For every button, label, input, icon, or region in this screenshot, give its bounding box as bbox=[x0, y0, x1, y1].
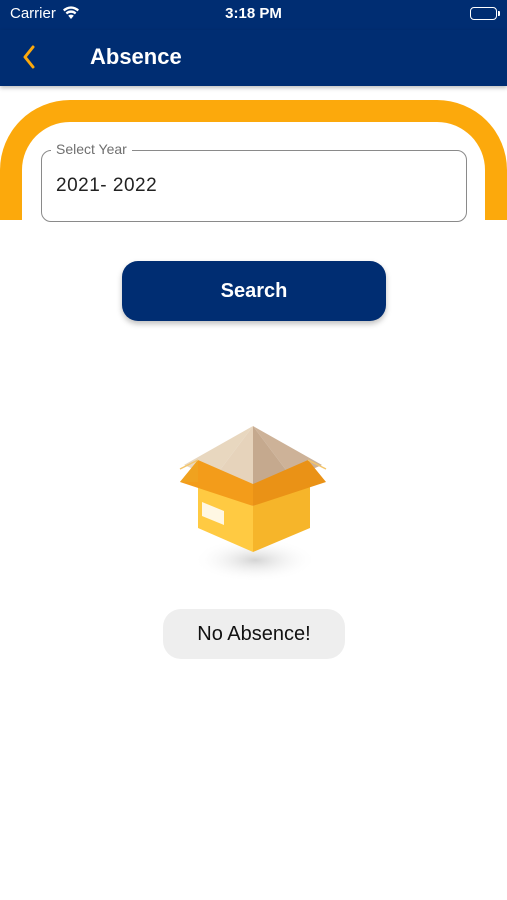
clock: 3:18 PM bbox=[225, 5, 282, 22]
search-button[interactable]: Search bbox=[122, 261, 386, 321]
nav-bar: Absence bbox=[0, 30, 507, 86]
page-title: Absence bbox=[90, 44, 182, 69]
year-select-label: Select Year bbox=[51, 141, 132, 157]
empty-box-icon bbox=[168, 420, 338, 590]
back-button[interactable] bbox=[14, 42, 44, 72]
battery-icon bbox=[470, 7, 500, 20]
chevron-left-icon bbox=[23, 45, 35, 69]
year-select-value: 2021- 2022 bbox=[56, 175, 158, 196]
no-absence-message: No Absence! bbox=[163, 609, 345, 659]
status-bar: Carrier 3:18 PM bbox=[0, 0, 507, 30]
year-select-field[interactable]: Select Year 2021- 2022 bbox=[41, 141, 467, 222]
